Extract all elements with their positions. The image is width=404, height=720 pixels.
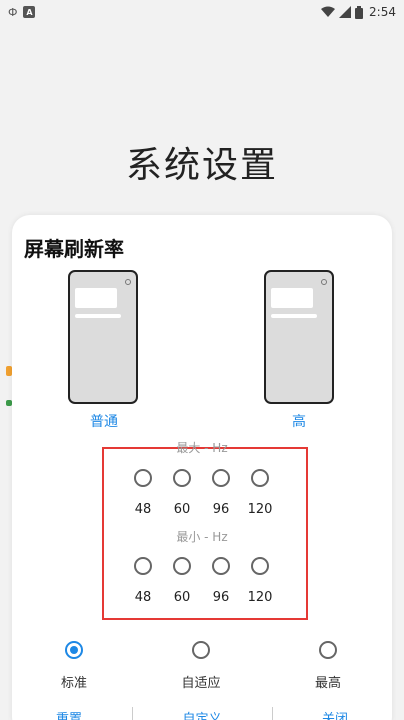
- preview-card: [75, 288, 117, 308]
- high-mode-label[interactable]: 高: [292, 411, 306, 431]
- status-left: Ф A: [8, 5, 36, 19]
- wifi-icon: [321, 6, 336, 17]
- divider: [272, 707, 273, 720]
- max-hz-option: 96: [212, 502, 230, 517]
- preset-standard-radio[interactable]: [65, 641, 83, 659]
- search-icon: [125, 279, 131, 285]
- preview-line: [271, 314, 317, 318]
- min-96-radio[interactable]: [212, 557, 230, 575]
- battery-icon: [355, 5, 364, 19]
- reset-button[interactable]: 重置: [19, 708, 119, 720]
- min-hz-label: 最小 - Hz: [176, 530, 228, 544]
- preset-adaptive-label: 自适应: [181, 676, 221, 691]
- search-icon: [321, 279, 327, 285]
- divider: [132, 707, 133, 720]
- preview-line: [75, 314, 121, 318]
- min-hz-option: 48: [134, 590, 152, 605]
- preview-card: [271, 288, 313, 308]
- usb-debug-icon: Ф: [8, 5, 18, 19]
- max-96-radio[interactable]: [212, 469, 230, 487]
- min-120-radio[interactable]: [251, 557, 269, 575]
- max-60-radio[interactable]: [173, 469, 191, 487]
- min-hz-option: 60: [173, 590, 191, 605]
- refresh-rate-dialog: 屏幕刷新率 普通 高 最大 - Hz 最小 - Hz 48 60 96 120 …: [12, 215, 392, 720]
- preset-adaptive-radio[interactable]: [192, 641, 210, 659]
- status-right: 2:54: [321, 5, 396, 19]
- preset-standard-label: 标准: [60, 676, 87, 691]
- close-button[interactable]: 关闭: [285, 708, 385, 720]
- max-hz-option: 48: [134, 502, 152, 517]
- min-hz-option: 96: [212, 590, 230, 605]
- high-mode-preview[interactable]: [264, 270, 334, 404]
- dialog-title: 屏幕刷新率: [24, 237, 124, 261]
- max-hz-option: 60: [173, 502, 191, 517]
- min-hz-option: 120: [247, 590, 273, 605]
- preset-highest-label: 最高: [314, 676, 341, 691]
- status-bar: Ф A 2:54: [0, 0, 404, 24]
- dialog-actions: 重置 自定义 关闭: [12, 705, 392, 720]
- max-48-radio[interactable]: [134, 469, 152, 487]
- normal-mode-label[interactable]: 普通: [90, 411, 118, 431]
- min-48-radio[interactable]: [134, 557, 152, 575]
- max-hz-option: 120: [247, 502, 273, 517]
- status-time: 2:54: [369, 5, 396, 19]
- a-badge-icon: A: [23, 6, 36, 18]
- signal-icon: [339, 6, 352, 18]
- max-hz-label: 最大 - Hz: [176, 441, 228, 455]
- preset-highest-radio[interactable]: [319, 641, 337, 659]
- max-120-radio[interactable]: [251, 469, 269, 487]
- customize-button[interactable]: 自定义: [152, 708, 252, 720]
- normal-mode-preview[interactable]: [68, 270, 138, 404]
- min-60-radio[interactable]: [173, 557, 191, 575]
- page-title: 系统设置: [125, 145, 278, 186]
